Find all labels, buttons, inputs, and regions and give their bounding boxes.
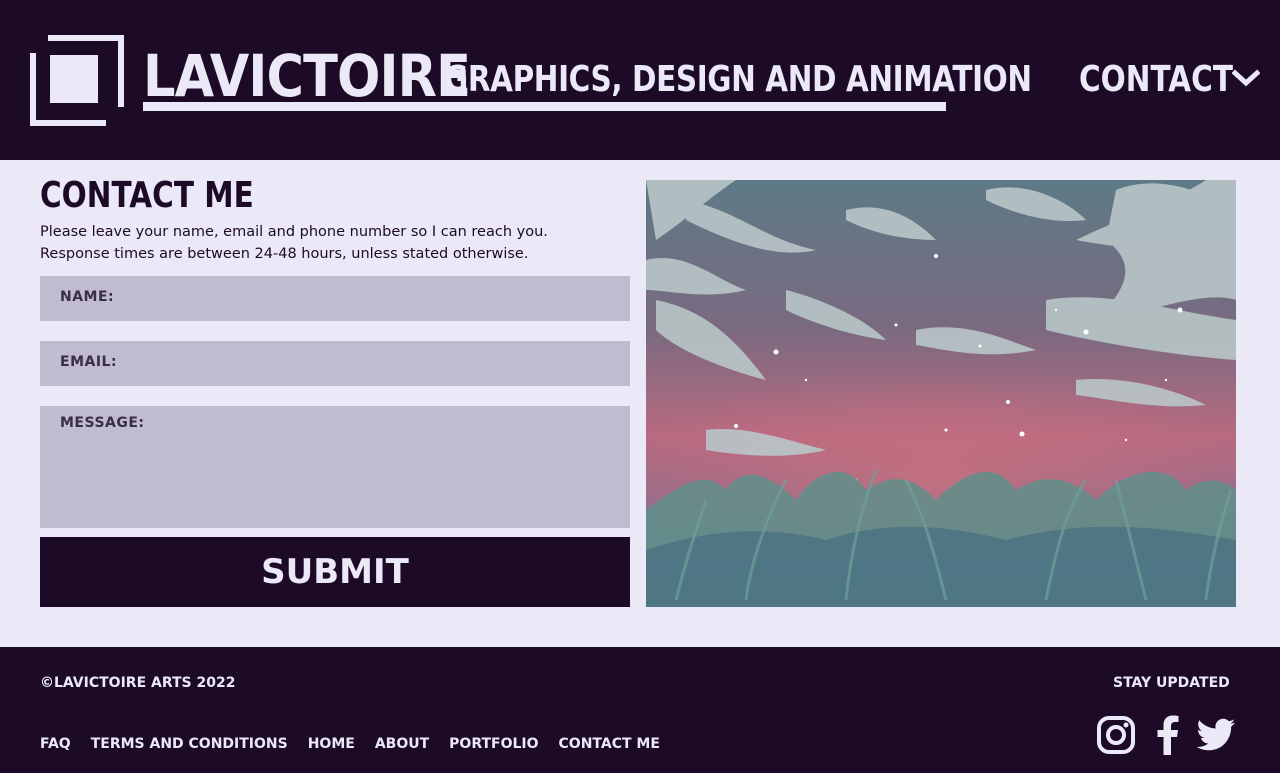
stay-updated-label: STAY UPDATED xyxy=(1113,675,1230,691)
submit-button[interactable]: SUBMIT xyxy=(40,537,630,607)
submit-button-label: SUBMIT xyxy=(261,552,409,592)
artwork-image xyxy=(646,180,1236,607)
footer-link-terms[interactable]: TERMS AND CONDITIONS xyxy=(91,736,288,752)
instagram-icon[interactable] xyxy=(1096,715,1136,755)
logo-icon[interactable] xyxy=(30,35,124,126)
page-description: Please leave your name, email and phone … xyxy=(40,221,548,265)
footer-link-portfolio[interactable]: PORTFOLIO xyxy=(449,736,538,752)
name-field[interactable]: NAME: xyxy=(40,276,630,321)
footer-link-contact[interactable]: CONTACT ME xyxy=(559,736,660,752)
brand-tagline: GRAPHICS, DESIGN AND ANIMATION xyxy=(444,59,1032,100)
email-field[interactable]: EMAIL: xyxy=(40,341,630,386)
footer-nav: FAQ TERMS AND CONDITIONS HOME ABOUT PORT… xyxy=(40,736,660,752)
footer-link-about[interactable]: ABOUT xyxy=(375,736,429,752)
chevron-down-icon[interactable] xyxy=(1232,68,1260,90)
brand-name[interactable]: LAVICTOIRE xyxy=(143,46,471,106)
twitter-icon[interactable] xyxy=(1196,715,1236,755)
footer-link-faq[interactable]: FAQ xyxy=(40,736,71,752)
site-header: LAVICTOIRE GRAPHICS, DESIGN AND ANIMATIO… xyxy=(0,0,1280,160)
message-field[interactable]: MESSAGE: xyxy=(40,406,630,528)
email-field-label: EMAIL: xyxy=(60,354,118,370)
copyright-text: ©LAVICTOIRE ARTS 2022 xyxy=(40,675,236,691)
page-title: CONTACT ME xyxy=(40,175,254,216)
name-field-label: NAME: xyxy=(60,289,115,305)
message-field-label: MESSAGE: xyxy=(60,415,145,431)
footer-link-home[interactable]: HOME xyxy=(308,736,355,752)
site-footer: ©LAVICTOIRE ARTS 2022 STAY UPDATED FAQ T… xyxy=(0,647,1280,773)
nav-contact-menu[interactable]: CONTACT xyxy=(1079,60,1233,100)
brand-underline xyxy=(143,102,946,111)
description-line: Please leave your name, email and phone … xyxy=(40,224,548,240)
facebook-icon[interactable] xyxy=(1148,715,1188,755)
description-line: Response times are between 24-48 hours, … xyxy=(40,246,529,262)
